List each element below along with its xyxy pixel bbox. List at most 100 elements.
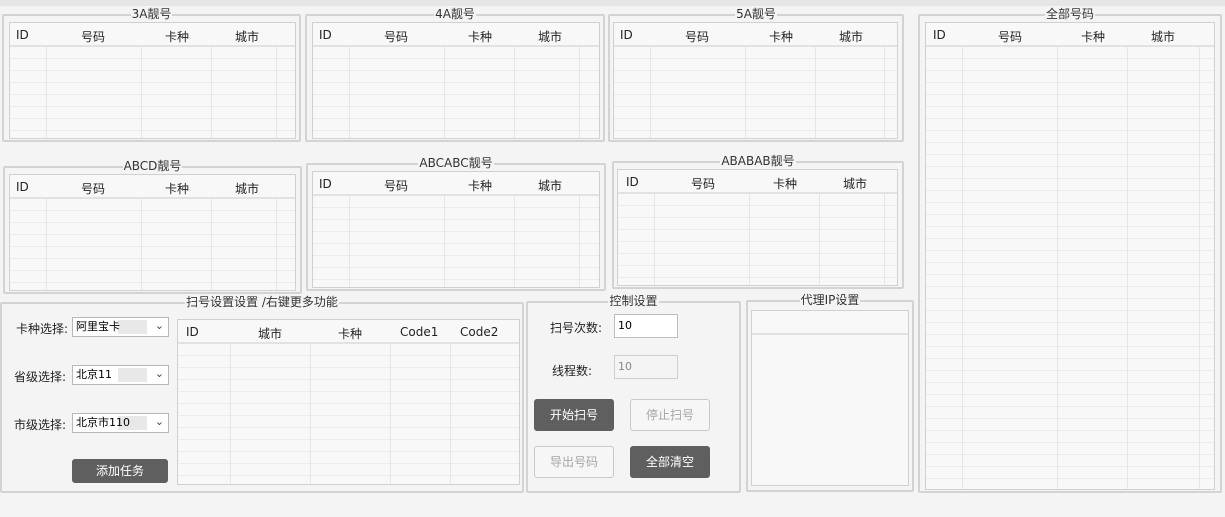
panel-4a: 4A靓号 ID 号码 卡种 城市 (305, 7, 605, 142)
panel-5a: 5A靓号 ID 号码 卡种 城市 (608, 7, 904, 142)
chevron-down-icon: ⌄ (154, 415, 164, 428)
thread-count-label: 线程数: (552, 364, 593, 378)
card-type-select[interactable]: 阿里宝卡 ⌄ (72, 317, 169, 337)
card-type-value: 阿里宝卡 (75, 320, 147, 334)
task-table-header: ID 城市 卡种 Code1 Code2 (178, 320, 519, 344)
col-card-type[interactable]: 卡种 (165, 180, 189, 197)
panel-abcd-title: ABCD靓号 (122, 159, 183, 173)
col-code1[interactable]: Code1 (400, 325, 438, 339)
col-id[interactable]: ID (16, 180, 29, 194)
panel-ababab-title: ABABAB靓号 (720, 154, 796, 168)
col-card-type[interactable]: 卡种 (338, 325, 362, 342)
task-table[interactable]: ID 城市 卡种 Code1 Code2 (177, 319, 520, 485)
col-city[interactable]: 城市 (538, 28, 562, 45)
col-card-type[interactable]: 卡种 (165, 28, 189, 45)
add-task-button[interactable]: 添加任务 (72, 459, 168, 483)
city-label: 市级选择: (14, 418, 67, 432)
col-city[interactable]: 城市 (839, 28, 863, 45)
table-all-body (926, 47, 1214, 489)
table-4a-header: ID 号码 卡种 城市 (313, 23, 599, 47)
col-id[interactable]: ID (16, 28, 29, 42)
col-number[interactable]: 号码 (81, 28, 105, 45)
table-3a-header: ID 号码 卡种 城市 (10, 23, 295, 47)
panel-5a-title: 5A靓号 (735, 7, 777, 21)
scan-count-label: 扫号次数: (550, 321, 603, 335)
export-numbers-button[interactable]: 导出号码 (534, 446, 614, 478)
table-abcabc[interactable]: ID 号码 卡种 城市 (312, 171, 600, 288)
col-code2[interactable]: Code2 (460, 325, 498, 339)
panel-abcabc: ABCABC靓号 ID 号码 卡种 城市 (306, 156, 606, 291)
chevron-down-icon: ⌄ (154, 367, 164, 380)
col-card-type[interactable]: 卡种 (468, 28, 492, 45)
province-label: 省级选择: (14, 370, 67, 384)
col-card-type[interactable]: 卡种 (468, 177, 492, 194)
col-card-type[interactable]: 卡种 (769, 28, 793, 45)
table-abcd-header: ID 号码 卡种 城市 (10, 175, 295, 199)
panel-control-settings: 控制设置 扫号次数: 10 线程数: 10 开始扫号 停止扫号 导出号码 全部清… (526, 294, 741, 493)
proxy-ip-title: 代理IP设置 (799, 293, 861, 307)
col-number[interactable]: 号码 (384, 177, 408, 194)
panel-abcabc-title: ABCABC靓号 (418, 156, 494, 170)
col-card-type[interactable]: 卡种 (773, 175, 797, 192)
table-all-header: ID 号码 卡种 城市 (926, 23, 1214, 47)
stop-scan-button[interactable]: 停止扫号 (630, 399, 710, 431)
table-ababab[interactable]: ID 号码 卡种 城市 (617, 169, 898, 286)
col-city[interactable]: 城市 (235, 28, 259, 45)
table-ababab-header: ID 号码 卡种 城市 (618, 170, 897, 194)
card-type-label: 卡种选择: (16, 322, 69, 336)
table-abcd[interactable]: ID 号码 卡种 城市 (9, 174, 296, 291)
table-4a-body (313, 47, 599, 138)
proxy-list[interactable] (751, 310, 909, 486)
table-5a-body (614, 47, 897, 138)
city-select[interactable]: 北京市110 ⌄ (72, 413, 169, 433)
scan-count-input[interactable]: 10 (614, 314, 678, 338)
col-number[interactable]: 号码 (685, 28, 709, 45)
col-number[interactable]: 号码 (384, 28, 408, 45)
panel-abcd: ABCD靓号 ID 号码 卡种 城市 (3, 159, 302, 294)
table-3a-body (10, 47, 295, 138)
window-top-strip (0, 0, 1225, 6)
col-id[interactable]: ID (620, 28, 633, 42)
col-card-type[interactable]: 卡种 (1081, 28, 1105, 45)
col-city[interactable]: 城市 (258, 325, 282, 342)
table-abcabc-body (313, 196, 599, 287)
col-id[interactable]: ID (933, 28, 946, 42)
clear-all-button[interactable]: 全部清空 (630, 446, 710, 478)
panel-all-numbers-title: 全部号码 (1044, 7, 1095, 21)
thread-count-input[interactable]: 10 (614, 355, 678, 379)
chevron-down-icon: ⌄ (154, 319, 164, 332)
panel-ababab: ABABAB靓号 ID 号码 卡种 城市 (612, 154, 904, 289)
col-number[interactable]: 号码 (81, 180, 105, 197)
start-scan-button[interactable]: 开始扫号 (534, 399, 614, 431)
table-5a-header: ID 号码 卡种 城市 (614, 23, 897, 47)
panel-3a-title: 3A靓号 (130, 7, 173, 21)
table-abcabc-header: ID 号码 卡种 城市 (313, 172, 599, 196)
panel-3a: 3A靓号 ID 号码 卡种 城市 (2, 7, 301, 142)
col-city[interactable]: 城市 (843, 175, 867, 192)
table-3a[interactable]: ID 号码 卡种 城市 (9, 22, 296, 139)
panel-scan-settings: 扫号设置设置 /右键更多功能 卡种选择: 阿里宝卡 ⌄ 省级选择: 北京11 ⌄… (0, 295, 524, 493)
table-5a[interactable]: ID 号码 卡种 城市 (613, 22, 898, 139)
control-settings-title: 控制设置 (608, 294, 659, 308)
col-city[interactable]: 城市 (538, 177, 562, 194)
col-id[interactable]: ID (186, 325, 199, 339)
col-number[interactable]: 号码 (998, 28, 1022, 45)
panel-4a-title: 4A靓号 (434, 7, 476, 21)
col-id[interactable]: ID (319, 28, 332, 42)
table-abcd-body (10, 199, 295, 290)
table-4a[interactable]: ID 号码 卡种 城市 (312, 22, 600, 139)
panel-all-numbers: 全部号码 ID 号码 卡种 城市 (918, 7, 1222, 493)
table-all-numbers[interactable]: ID 号码 卡种 城市 (925, 22, 1215, 490)
col-number[interactable]: 号码 (691, 175, 715, 192)
province-value: 北京11 (75, 368, 147, 382)
col-city[interactable]: 城市 (1151, 28, 1175, 45)
col-id[interactable]: ID (626, 175, 639, 189)
proxy-list-header (752, 311, 908, 335)
table-ababab-body (618, 194, 897, 285)
province-select[interactable]: 北京11 ⌄ (72, 365, 169, 385)
col-id[interactable]: ID (319, 177, 332, 191)
panel-proxy-ip: 代理IP设置 (746, 293, 914, 492)
city-value: 北京市110 (75, 416, 147, 430)
scan-settings-title: 扫号设置设置 /右键更多功能 (185, 295, 339, 309)
col-city[interactable]: 城市 (235, 180, 259, 197)
